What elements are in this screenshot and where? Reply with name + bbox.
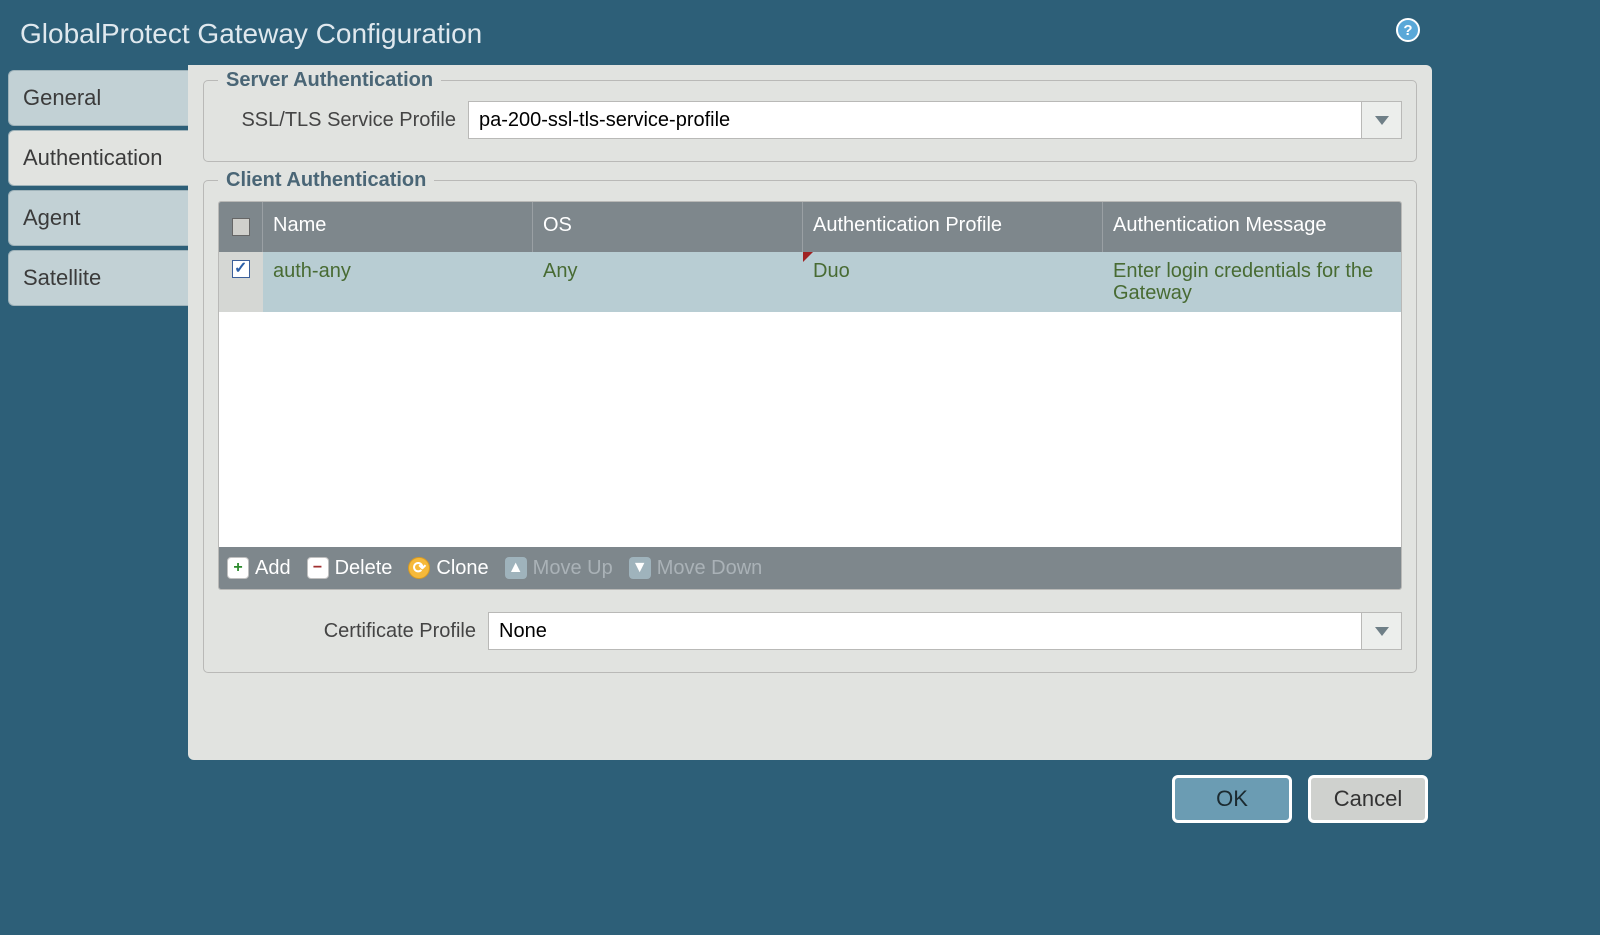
row-checkbox-cell[interactable] (219, 252, 263, 312)
tab-general[interactable]: General (8, 70, 188, 126)
cell-name: auth-any (263, 252, 533, 312)
button-label: Add (255, 557, 291, 580)
checkbox-checked-icon (232, 260, 250, 278)
title-bar: GlobalProtect Gateway Configuration ? (0, 0, 1440, 65)
button-label: Clone (436, 557, 488, 580)
cell-os: Any (533, 252, 803, 312)
dropdown-arrow-icon[interactable] (1362, 101, 1402, 139)
dialog-body: General Authentication Agent Satellite S… (8, 65, 1432, 760)
clone-icon: ⟳ (408, 557, 430, 579)
button-label: Move Up (533, 557, 613, 580)
ok-button[interactable]: OK (1172, 775, 1292, 823)
move-down-button: ▼ Move Down (629, 557, 763, 580)
input-certificate-profile[interactable] (488, 612, 1362, 650)
move-up-button: ▲ Move Up (505, 557, 613, 580)
cell-auth-profile: Duo (803, 252, 1103, 312)
tab-satellite[interactable]: Satellite (8, 250, 188, 306)
override-indicator-icon (803, 252, 813, 262)
tab-agent[interactable]: Agent (8, 190, 188, 246)
tab-label: Agent (23, 205, 81, 230)
fieldset-legend: Server Authentication (218, 69, 441, 92)
dialog-title: GlobalProtect Gateway Configuration (20, 18, 482, 50)
add-button[interactable]: + Add (227, 557, 291, 580)
input-ssl-tls-profile[interactable] (468, 101, 1362, 139)
cell-auth-profile-text: Duo (813, 260, 850, 282)
col-header-os[interactable]: OS (533, 202, 803, 252)
dropdown-arrow-icon[interactable] (1362, 612, 1402, 650)
col-header-name[interactable]: Name (263, 202, 533, 252)
combo-certificate-profile[interactable] (488, 612, 1402, 650)
dialog-globalprotect-gateway-config: GlobalProtect Gateway Configuration ? Ge… (0, 0, 1440, 835)
checkbox-icon (232, 218, 250, 236)
row-certificate-profile: Certificate Profile (218, 612, 1402, 650)
button-label: Cancel (1334, 786, 1402, 812)
button-label: Move Down (657, 557, 763, 580)
row-ssl-tls-profile: SSL/TLS Service Profile (218, 101, 1402, 139)
plus-icon: + (227, 557, 249, 579)
minus-icon: − (307, 557, 329, 579)
button-label: OK (1216, 786, 1248, 812)
combo-ssl-tls-profile[interactable] (468, 101, 1402, 139)
fieldset-server-authentication: Server Authentication SSL/TLS Service Pr… (203, 80, 1417, 162)
help-icon[interactable]: ? (1396, 18, 1420, 42)
label-certificate-profile: Certificate Profile (218, 620, 488, 643)
dialog-button-row: OK Cancel (1172, 775, 1428, 823)
button-label: Delete (335, 557, 393, 580)
tab-strip: General Authentication Agent Satellite (8, 65, 188, 760)
table-toolbar: + Add − Delete ⟳ Clone ▲ (219, 547, 1401, 589)
clone-button[interactable]: ⟳ Clone (408, 557, 488, 580)
delete-button[interactable]: − Delete (307, 557, 393, 580)
cell-auth-message: Enter login credentials for the Gateway (1103, 252, 1401, 312)
cancel-button[interactable]: Cancel (1308, 775, 1428, 823)
tab-label: Satellite (23, 265, 101, 290)
table-body: auth-any Any Duo Enter login credentials… (219, 252, 1401, 547)
tab-label: Authentication (23, 145, 162, 170)
arrow-down-icon: ▼ (629, 557, 651, 579)
header-checkbox-cell[interactable] (219, 202, 263, 252)
arrow-up-icon: ▲ (505, 557, 527, 579)
table-header: Name OS Authentication Profile Authentic… (219, 202, 1401, 252)
tab-authentication[interactable]: Authentication (8, 130, 188, 186)
table-row[interactable]: auth-any Any Duo Enter login credentials… (219, 252, 1401, 312)
tab-label: General (23, 85, 101, 110)
col-header-auth-profile[interactable]: Authentication Profile (803, 202, 1103, 252)
fieldset-legend: Client Authentication (218, 169, 434, 192)
panel-authentication: Server Authentication SSL/TLS Service Pr… (188, 65, 1432, 760)
fieldset-client-authentication: Client Authentication Name OS Authentica… (203, 180, 1417, 673)
table-client-authentication: Name OS Authentication Profile Authentic… (218, 201, 1402, 590)
col-header-auth-message[interactable]: Authentication Message (1103, 202, 1401, 252)
label-ssl-tls-profile: SSL/TLS Service Profile (218, 109, 468, 132)
